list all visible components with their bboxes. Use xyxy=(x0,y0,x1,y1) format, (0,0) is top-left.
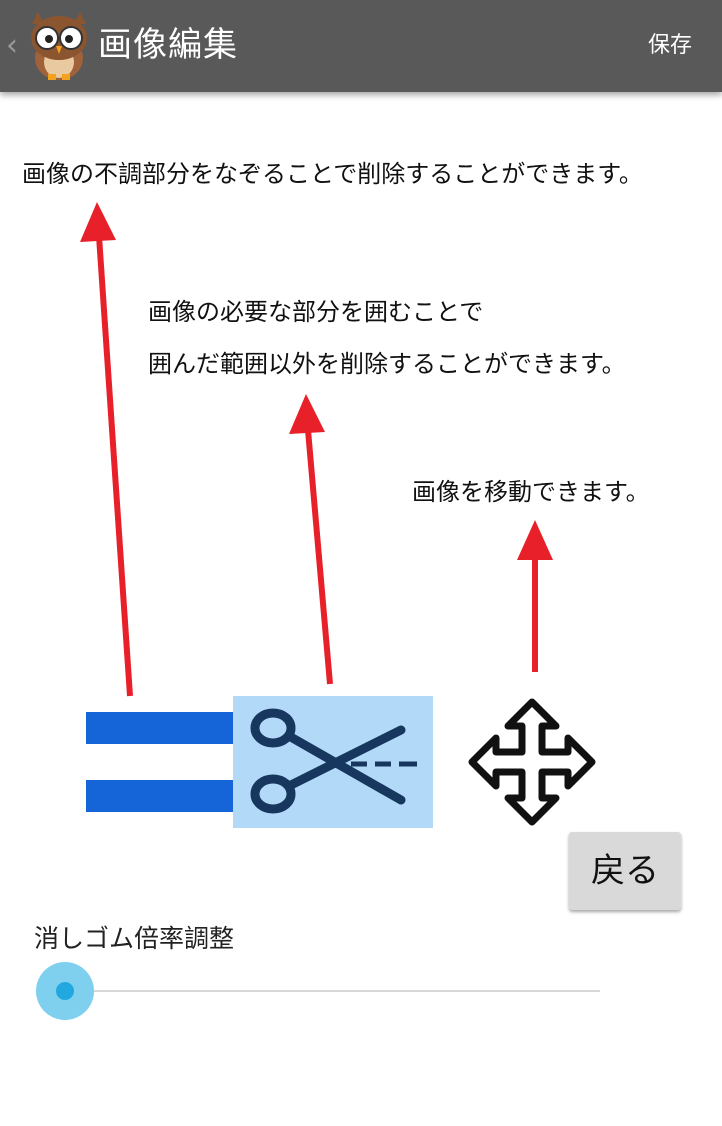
eraser-instruction: 画像の不調部分をなぞることで削除することができます。 xyxy=(22,160,643,188)
move-arrows-icon[interactable] xyxy=(468,698,596,826)
eraser-scale-slider-thumb[interactable] xyxy=(36,962,94,1020)
owl-logo xyxy=(31,12,87,80)
scissors-arrow xyxy=(305,429,333,685)
eraser-scale-slider-track[interactable] xyxy=(64,990,600,992)
crop-instruction-line1: 画像の必要な部分を囲むことで xyxy=(148,298,484,326)
move-instruction: 画像を移動できます。 xyxy=(412,478,650,506)
scissors-icon xyxy=(250,708,417,814)
crop-instruction-line2: 囲んだ範囲以外を削除することができます。 xyxy=(148,350,626,378)
slider-thumb-dot xyxy=(56,982,74,1000)
eraser-icon[interactable] xyxy=(86,712,234,812)
scissors-arrowhead xyxy=(289,394,325,434)
move-arrowhead xyxy=(517,520,553,560)
scissors-tool[interactable] xyxy=(233,696,433,828)
back-button[interactable]: 戻る xyxy=(569,832,681,910)
eraser-scale-label: 消しゴム倍率調整 xyxy=(34,924,235,953)
eraser-arrow xyxy=(96,235,133,697)
app-bar: ‹ 画像編集 保存 xyxy=(0,0,722,92)
save-button[interactable]: 保存 xyxy=(648,28,692,64)
eraser-arrowhead xyxy=(80,202,116,242)
back-chevron-icon[interactable]: ‹ xyxy=(6,28,24,64)
page-title: 画像編集 xyxy=(98,25,238,65)
